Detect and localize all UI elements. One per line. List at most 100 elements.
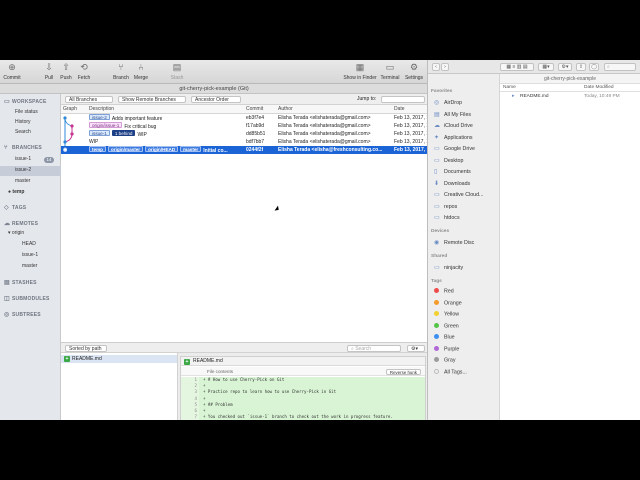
orange-tag-icon: [434, 299, 439, 305]
merge-icon: ⑃: [138, 62, 144, 72]
workspace-header[interactable]: ▭ WORKSPACE: [4, 98, 47, 105]
forward-button[interactable]: ›: [441, 63, 449, 71]
submodules-header[interactable]: ◫ SUBMODULES: [4, 295, 50, 302]
lower-toolbar: Sorted by path ⌕ Search ⚙▾: [61, 342, 427, 353]
col-graph[interactable]: Graph: [63, 106, 77, 112]
view-mode-buttons[interactable]: ▦ ≡ ▥ ▤: [500, 63, 534, 71]
col-description[interactable]: Description: [89, 106, 114, 112]
finder-search-input[interactable]: ⌕: [604, 63, 636, 71]
commit-row[interactable]: issue-1 1 behind WIP dd85b51 Elisha Terada…: [61, 130, 427, 138]
fetch-icon: ⟲: [80, 62, 88, 72]
folder-icon: ▭: [434, 203, 440, 210]
branches-header[interactable]: ⑂ BRANCHES: [4, 145, 42, 151]
finder-item-desktop[interactable]: ▭ Desktop: [434, 157, 463, 164]
arrange-button[interactable]: ▦▾: [538, 63, 554, 71]
finder-file-row[interactable]: ▸ README.md Today, 10:49 PM: [500, 93, 640, 100]
col-name[interactable]: Name: [503, 84, 516, 92]
commit-hash: bdf7bb7: [246, 139, 265, 145]
col-date[interactable]: Date: [394, 106, 405, 112]
finder-item-remote-disc[interactable]: ◉ Remote Disc: [434, 239, 474, 246]
sidebar-branch-issue-1[interactable]: issue-1: [15, 156, 31, 162]
finder-all-tags[interactable]: All Tags...: [434, 368, 467, 375]
finder-item-airdrop[interactable]: ◎ AirDrop: [434, 99, 462, 106]
finder-item-all-my-files[interactable]: ▤ All My Files: [434, 111, 471, 118]
chevron-right-icon: ›: [444, 64, 446, 70]
tag-icon: ◇: [4, 205, 9, 211]
finder-tag-gray[interactable]: Gray: [434, 357, 455, 364]
tags-header[interactable]: ◇ TAGS: [4, 204, 26, 211]
terminal-button[interactable]: ▭ Terminal: [378, 62, 402, 81]
gear-icon: ⚙▾: [411, 346, 418, 352]
finder-path-title: git-cherry-pick-example: [500, 74, 640, 84]
finder-item-repos[interactable]: ▭ repos: [434, 203, 457, 210]
finder-item-google-drive[interactable]: ▭ Google Drive: [434, 145, 475, 152]
remote-origin[interactable]: ▾ origin: [8, 230, 24, 236]
commit-row[interactable]: issue-2 Adds important feature eb3f7e4 El…: [61, 114, 427, 122]
share-button[interactable]: ⇪: [576, 63, 586, 71]
cloud-icon: ☁: [4, 221, 11, 227]
finder-item-htdocs[interactable]: ▭ htdocs: [434, 214, 460, 221]
finder-tag-green[interactable]: Green: [434, 322, 459, 329]
col-commit[interactable]: Commit: [246, 106, 263, 112]
devices-header: Devices: [431, 229, 450, 234]
remote-branch-master[interactable]: master: [22, 263, 37, 269]
commit-hash: f17ab9d: [246, 123, 265, 129]
search-input[interactable]: ⌕ Search: [347, 345, 401, 352]
finder-item-ninjacity[interactable]: ▭ ninjacity: [434, 264, 463, 271]
finder-item-icloud-drive[interactable]: ☁ iCloud Drive: [434, 122, 473, 129]
commit-row[interactable]: WIP bdf7bb7 Elisha Terada <elishaterada@…: [61, 138, 427, 146]
history-pane: All Branches Show Remote Branches Ancest…: [61, 94, 427, 420]
screen: ⊕ Commit ⇩ Pull ⇧ Push ⟲ Fetch ⑂ Branch ⑃ Merg…: [0, 60, 640, 420]
finder-item-downloads[interactable]: ⬇ Downloads: [434, 180, 470, 187]
fetch-button[interactable]: ⟲ Fetch: [72, 62, 96, 81]
remote-branch-head[interactable]: HEAD: [22, 241, 36, 247]
branch-filter-dropdown[interactable]: All Branches: [65, 96, 113, 103]
finder-item-creative-cloud[interactable]: ▭ Creative Cloud...: [434, 191, 483, 198]
sort-dropdown[interactable]: Sorted by path: [65, 345, 107, 352]
remotes-header[interactable]: ☁ REMOTES: [4, 220, 38, 227]
reverse-hunk-button[interactable]: Reverse hunk: [385, 369, 421, 375]
stashes-header[interactable]: ▤ STASHES: [4, 279, 37, 286]
sidebar-item-file-status[interactable]: File status: [15, 109, 38, 115]
action-button[interactable]: ⚙▾: [558, 63, 572, 71]
sidebar-item-search[interactable]: Search: [15, 129, 31, 135]
commit-row[interactable]: origin/issue-1 Fix critical bug f17ab9d E…: [61, 122, 427, 130]
sidebar-branch-master[interactable]: master: [15, 178, 30, 184]
jump-to-label: Jump to:: [357, 96, 377, 102]
finder-tag-orange[interactable]: Orange: [434, 299, 462, 306]
document-icon: ▯: [434, 169, 438, 175]
tag-button[interactable]: ◯: [589, 63, 599, 71]
stash-button[interactable]: ▤ Stash: [165, 62, 189, 81]
back-button[interactable]: ‹: [432, 63, 440, 71]
file-item[interactable]: + README.md: [61, 355, 177, 363]
finder-column-headers: Name Date Modified: [500, 84, 640, 92]
toolbar: ⊕ Commit ⇩ Pull ⇧ Push ⟲ Fetch ⑂ Branch ⑃ Merg…: [0, 60, 427, 84]
remote-branches-toggle[interactable]: Show Remote Branches: [118, 96, 186, 103]
show-in-finder-button[interactable]: ▦ Show in Finder: [340, 62, 380, 81]
finder-tag-purple[interactable]: Purple: [434, 345, 459, 352]
finder-tag-red[interactable]: Red: [434, 288, 454, 295]
finder-item-documents[interactable]: ▯ Documents: [434, 168, 471, 175]
col-date-modified[interactable]: Date Modified: [584, 84, 614, 92]
remote-branch-issue-1[interactable]: issue-1: [22, 252, 38, 258]
purple-tag-icon: [434, 345, 439, 351]
options-gear-button[interactable]: ⚙▾: [407, 345, 425, 352]
finder-tag-blue[interactable]: Blue: [434, 334, 455, 341]
subtrees-header[interactable]: ◎ SUBTREES: [4, 311, 41, 318]
sidebar-branch-issue-2[interactable]: issue-2: [15, 167, 31, 173]
order-dropdown[interactable]: Ancestor Order: [191, 96, 241, 103]
finder-tag-yellow[interactable]: Yellow: [434, 311, 459, 318]
settings-button[interactable]: ⚙ Settings: [402, 62, 426, 81]
sidebar-branch-temp[interactable]: ● temp: [8, 189, 24, 195]
jump-to-input[interactable]: [381, 96, 425, 103]
commit-button[interactable]: ⊕ Commit: [0, 62, 24, 81]
merge-button[interactable]: ⑃ Merge: [129, 62, 153, 81]
red-tag-icon: [434, 288, 439, 293]
col-author[interactable]: Author: [278, 106, 293, 112]
commit-author: Elisha Terada <elishaterada@gmail.com>: [278, 139, 371, 145]
commit-author: Elisha Terada <elishaterada@gmail.com>: [278, 115, 371, 121]
commit-row-selected[interactable]: ◉ temp origin/master origin/HEAD master Init…: [61, 146, 427, 154]
finder-item-applications[interactable]: ✦ Applications: [434, 134, 473, 141]
favorites-header: Favorites: [431, 89, 453, 94]
sidebar-item-history[interactable]: History: [15, 119, 31, 125]
